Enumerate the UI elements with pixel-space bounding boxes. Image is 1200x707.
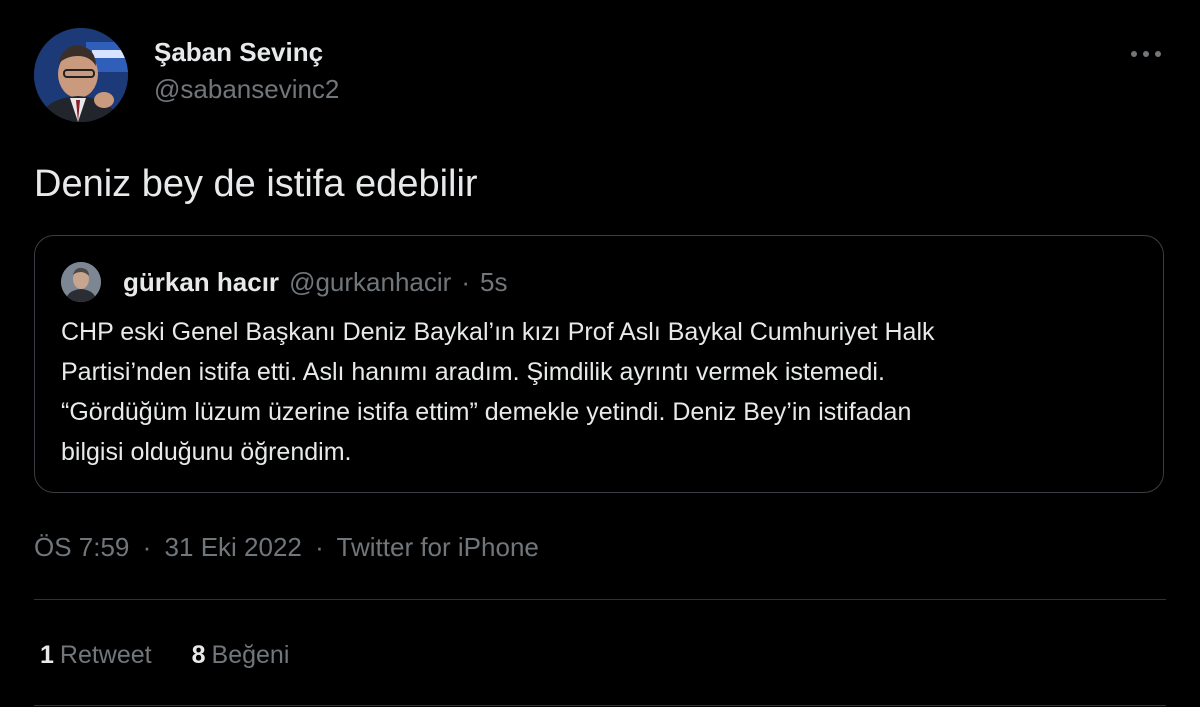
divider: [34, 705, 1166, 706]
retweets-label: Retweet: [59, 641, 152, 669]
quoted-text-line: CHP eski Genel Başkanı Deniz Baykal’ın k…: [61, 318, 935, 346]
person-avatar-icon: [34, 28, 128, 122]
quoted-author-display-name[interactable]: gürkan hacır: [123, 267, 279, 298]
engagement-stats: 1 Retweet 8 Beğeni: [40, 638, 289, 672]
retweets-stat[interactable]: 1 Retweet: [40, 638, 152, 672]
retweets-count: 1: [40, 641, 54, 669]
tweet-detail: Şaban Sevinç @sabansevinc2 Deniz bey de …: [0, 0, 1200, 707]
tweet-header: Şaban Sevinç @sabansevinc2: [34, 28, 339, 122]
author-avatar[interactable]: [34, 28, 128, 122]
meta-separator: ·: [315, 532, 324, 562]
tweet-text: Deniz bey de istifa edebilir: [34, 163, 478, 205]
tweet-metadata: ÖS 7:59 · 31 Eki 2022 · Twitter for iPho…: [34, 530, 539, 564]
quoted-text-line: Partisi’nden istifa etti. Aslı hanımı ar…: [61, 358, 885, 386]
author-handle[interactable]: @sabansevinc2: [154, 72, 339, 106]
meta-separator: ·: [142, 532, 152, 562]
quoted-tweet-text: CHP eski Genel Başkanı Deniz Baykal’ın k…: [61, 312, 1151, 472]
quoted-separator: ·: [461, 266, 470, 297]
quoted-tweet-header: gürkan hacır @gurkanhacir · 5s: [61, 262, 507, 302]
quoted-author-avatar[interactable]: [61, 262, 101, 302]
quoted-author-handle[interactable]: @gurkanhacir: [289, 267, 451, 298]
author-info: Şaban Sevinç @sabansevinc2: [154, 36, 339, 106]
more-options-button[interactable]: [1126, 42, 1166, 66]
likes-count: 8: [191, 641, 206, 669]
tweet-date[interactable]: 31 Eki 2022: [165, 532, 302, 562]
tweet-time[interactable]: ÖS 7:59: [34, 532, 129, 562]
more-horizontal-icon: [1131, 51, 1161, 57]
quoted-text-line: “Gördüğüm lüzum üzerine istifa ettim” de…: [61, 398, 912, 426]
likes-stat[interactable]: 8 Beğeni: [192, 638, 290, 672]
quoted-text-line: bilgisi olduğunu öğrendim.: [61, 438, 352, 466]
divider: [34, 599, 1166, 600]
likes-label: Beğeni: [211, 641, 290, 669]
quoted-timestamp[interactable]: 5s: [480, 267, 507, 298]
person-avatar-icon: [61, 262, 101, 302]
tweet-source[interactable]: Twitter for iPhone: [337, 532, 539, 562]
quoted-tweet[interactable]: gürkan hacır @gurkanhacir · 5s CHP eski …: [34, 235, 1164, 493]
author-display-name[interactable]: Şaban Sevinç: [154, 36, 339, 68]
